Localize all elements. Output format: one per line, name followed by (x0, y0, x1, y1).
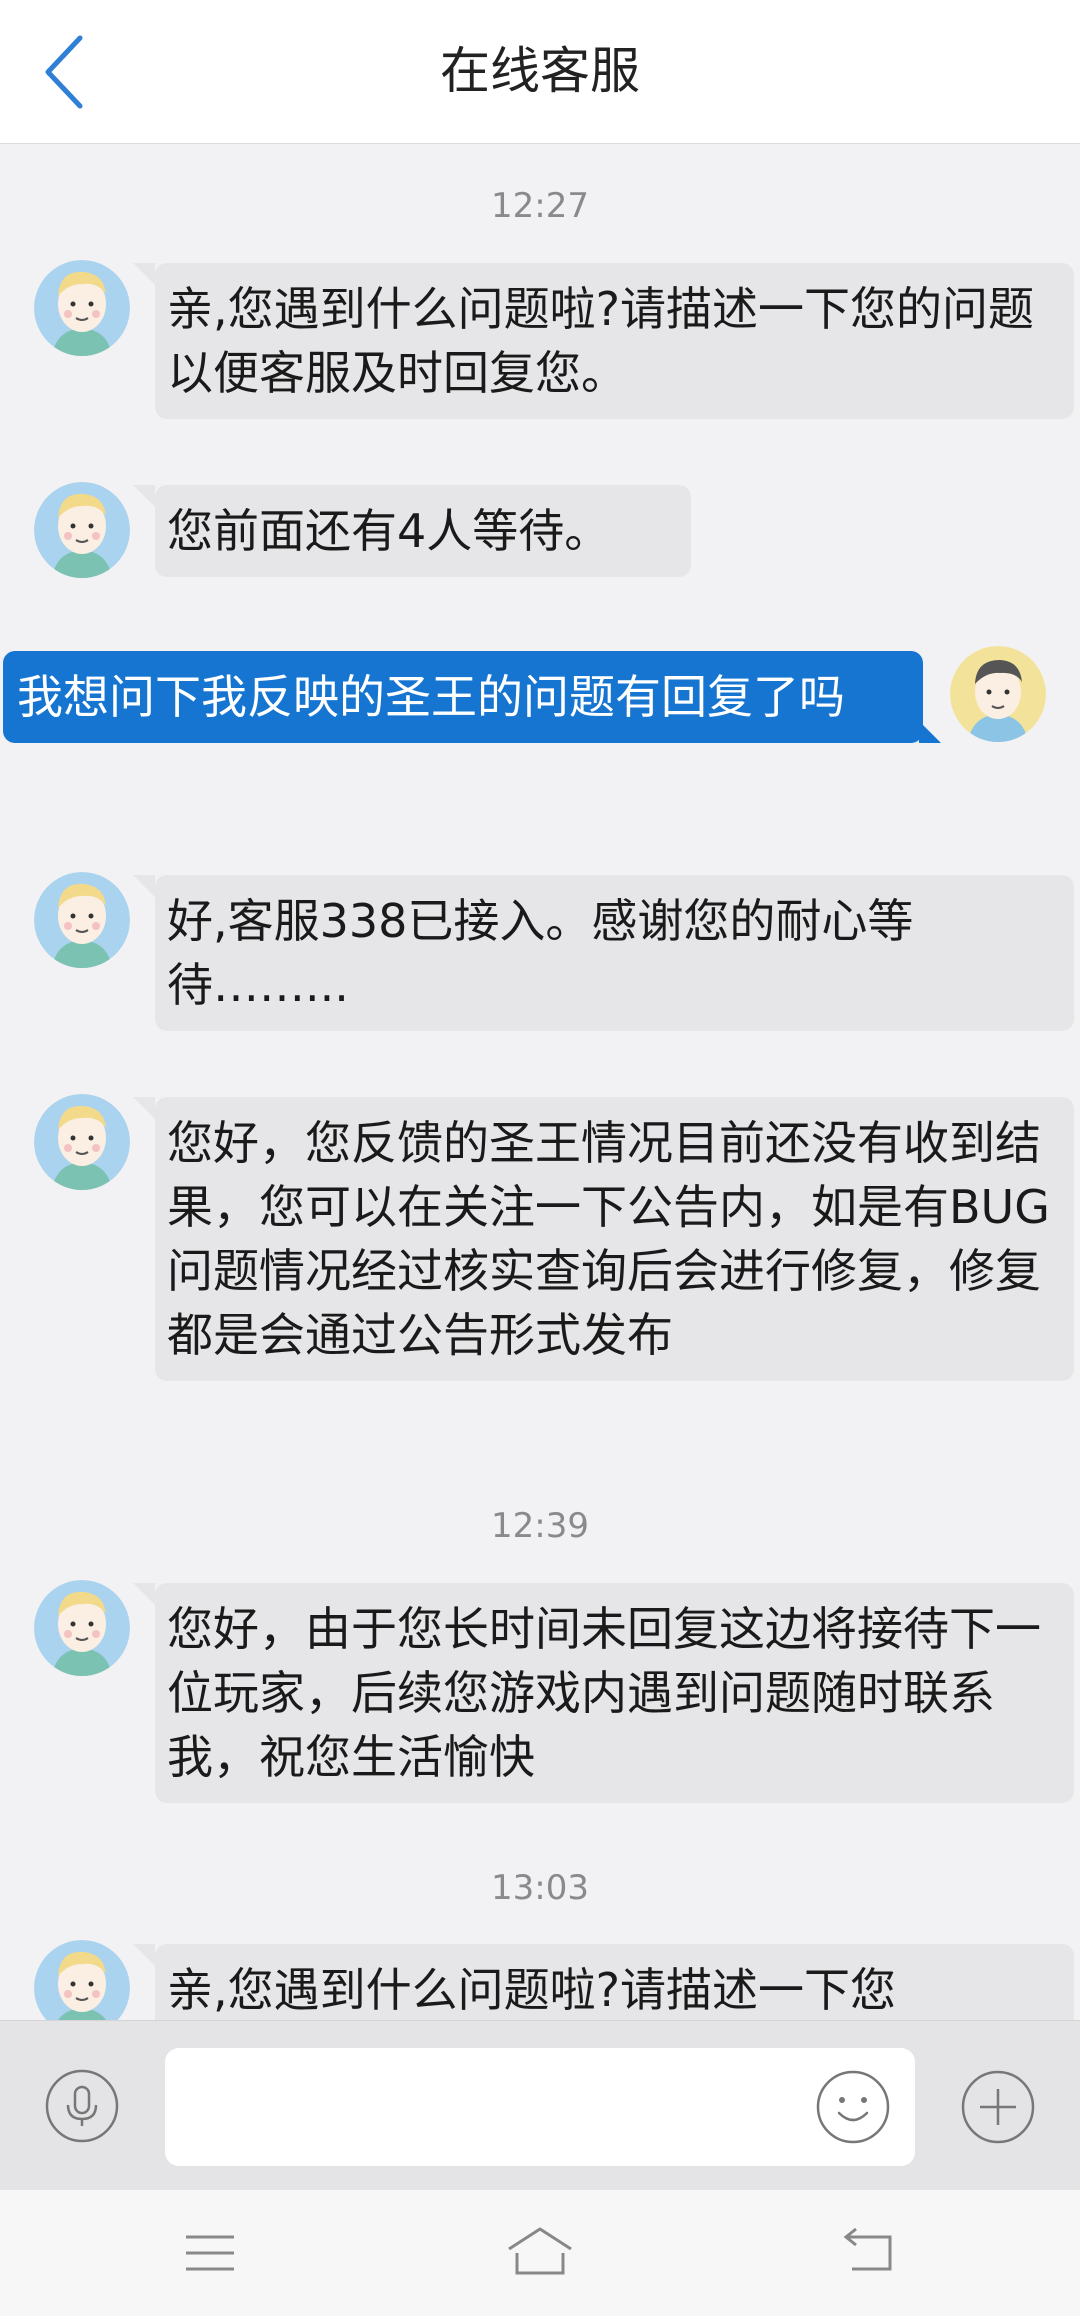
more-button[interactable] (960, 2069, 1036, 2145)
agent-message: 亲,您遇到什么问题啦?请描述一下您的问题以便客服及时回复您。 (133, 263, 1074, 419)
agent-message: 您好，您反馈的圣王情况目前还没有收到结果，您可以在关注一下公告内，如是有BUG问… (133, 1097, 1074, 1381)
user-message: 我想问下我反映的圣王的问题有回复了吗 (3, 651, 941, 743)
microphone-icon (45, 2069, 119, 2143)
agent-avatar (34, 1940, 130, 2020)
agent-avatar (34, 1580, 130, 1676)
timestamp: 13:03 (491, 1868, 589, 1908)
agent-message: 好,客服338已接入。感谢您的耐心等待……... (133, 875, 1074, 1031)
nav-home-button[interactable] (505, 2223, 575, 2283)
voice-button[interactable] (45, 2069, 119, 2143)
smiley-icon (816, 2070, 890, 2144)
nav-menu-button[interactable] (180, 2223, 240, 2283)
input-bar (0, 2020, 1080, 2191)
header-bar: 在线客服 (0, 0, 1080, 144)
agent-avatar (34, 1094, 130, 1190)
menu-icon (186, 2235, 234, 2271)
home-icon (508, 2227, 572, 2275)
plus-icon (961, 2070, 1035, 2144)
emoji-button[interactable] (815, 2069, 891, 2145)
system-nav-bar (0, 2190, 1080, 2316)
agent-message: 您前面还有4人等待。 (133, 485, 691, 577)
user-avatar (950, 646, 1046, 742)
chat-area[interactable]: 12:27 亲,您遇到什么问题啦?请描述一下您的问题以便客服及时回复您。 您前面… (0, 144, 1080, 2020)
timestamp: 12:39 (491, 1506, 589, 1546)
agent-message: 您好，由于您长时间未回复这边将接待下一位玩家，后续您游戏内遇到问题随时联系我，祝… (133, 1583, 1074, 1803)
message-input[interactable] (165, 2048, 915, 2166)
agent-avatar (34, 872, 130, 968)
nav-back-button[interactable] (838, 2223, 898, 2283)
agent-avatar (34, 482, 130, 578)
back-icon (843, 2227, 892, 2271)
timestamp: 12:27 (491, 186, 589, 226)
page-title: 在线客服 (440, 42, 640, 100)
agent-avatar (34, 260, 130, 356)
agent-message: 亲,您遇到什么问题啦?请描述一下您 (133, 1944, 1074, 2020)
